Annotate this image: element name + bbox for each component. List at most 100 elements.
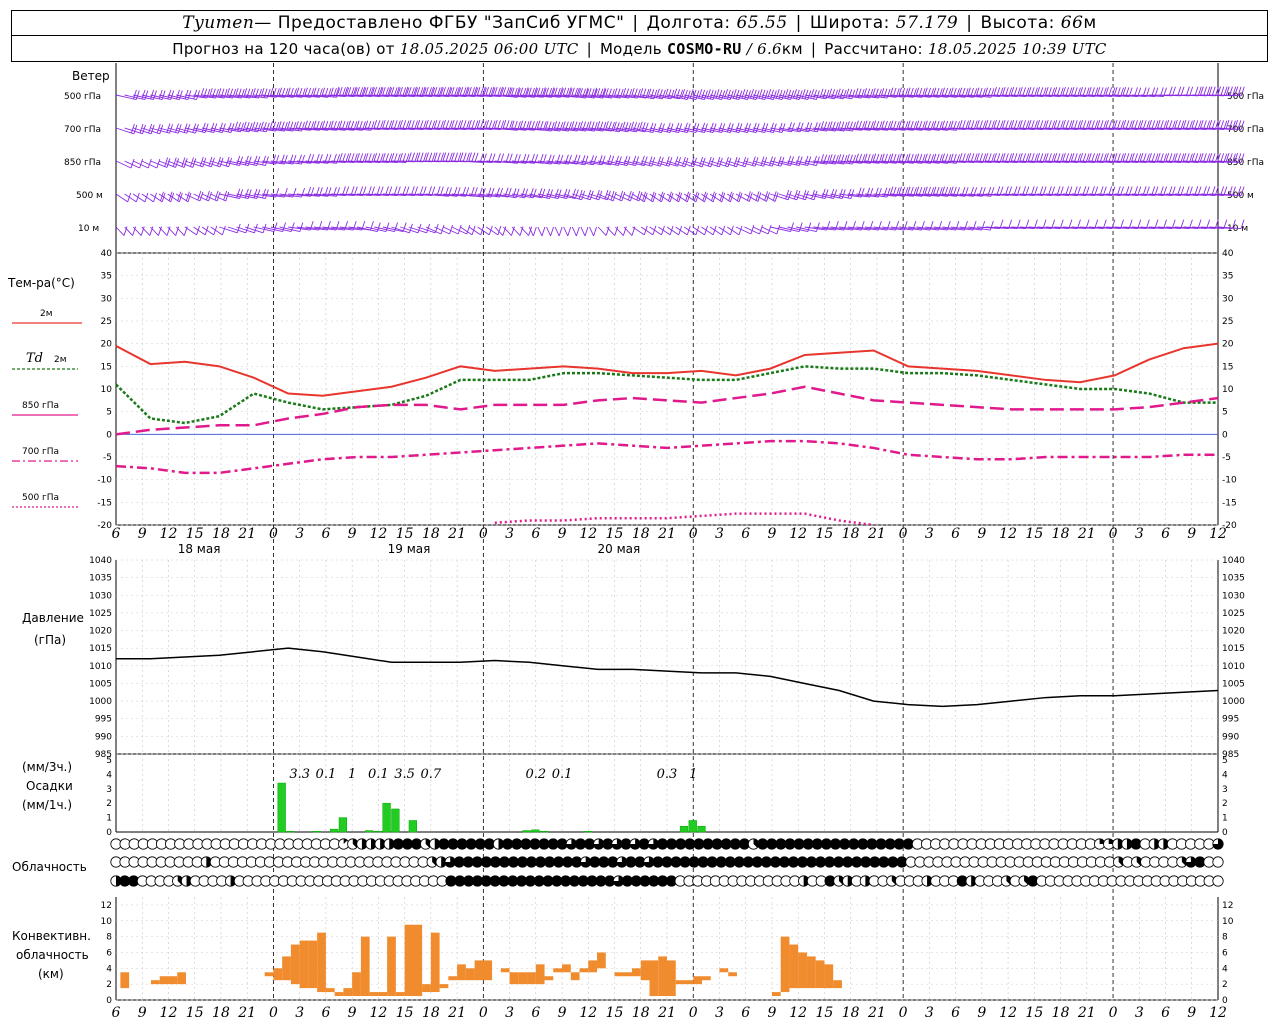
conv-bar-55 [789, 944, 799, 989]
temp-ytick-right-30: 30 [1222, 294, 1234, 304]
wind-barb-staff-2-17-3 [727, 160, 746, 168]
temp-xtick-38: 0 [1109, 526, 1118, 542]
precip-title-bot: (мм/1ч.) [22, 798, 72, 812]
temp-xtick-32: 6 [951, 526, 960, 542]
conv-bar-21 [404, 924, 423, 997]
wind-barb-feather-2-2-2-0 [219, 157, 224, 167]
conv-xtick-27: 15 [816, 1005, 834, 1021]
wind-level-700hpa-right: 700 гПа [1227, 125, 1264, 135]
temp-xtick-23: 3 [715, 526, 724, 542]
press-ytick-right-1000: 1000 [1222, 697, 1245, 707]
conv-bar-25 [448, 976, 458, 981]
temp-xtick-40: 6 [1161, 526, 1170, 542]
wind-barb-feather-0-30-0-1 [1168, 86, 1173, 96]
wind-barb-feather-2-1-2-0 [183, 158, 188, 168]
press-ytick-left-1005: 1005 [89, 679, 112, 689]
press-ytick-right-1005: 1005 [1222, 679, 1245, 689]
temp-ytick-left-30: 30 [101, 294, 113, 304]
precip-bar-8 [391, 808, 400, 833]
cloud-cell-2-125 [1212, 875, 1224, 887]
wind-barb-feather-0-30-0-0 [1172, 86, 1176, 96]
day-label-2: 20 мая [598, 542, 641, 556]
temp-xtick-19: 15 [606, 526, 624, 542]
press-ytick-left-1030: 1030 [89, 591, 112, 601]
conv-bar-37 [570, 972, 580, 981]
conv-bar-1 [150, 980, 160, 985]
temp-xtick-33: 9 [977, 526, 986, 542]
precip-bar-11 [531, 829, 540, 833]
wind-barb-staff-3-19-2 [787, 193, 806, 201]
legend-t850-label: 850 гПа [22, 401, 59, 411]
temp-ytick-left--15: -15 [97, 498, 112, 508]
wind-barb-staff-4-9-3 [451, 226, 467, 235]
press-ytick-left-1015: 1015 [89, 644, 112, 654]
conv-bar-39 [588, 960, 598, 973]
wind-barb-feather-2-1-2-1 [181, 157, 186, 167]
conv-xtick-28: 18 [842, 1005, 860, 1021]
temp-ytick-left-25: 25 [101, 317, 112, 327]
wind-barb-feather-0-30-1-1 [1177, 86, 1182, 96]
temp-xtick-18: 12 [579, 526, 597, 542]
temp-ytick-left-0: 0 [106, 430, 112, 440]
conv-bar-10 [308, 940, 318, 989]
temp-ytick-left-35: 35 [101, 272, 112, 282]
conv-ytick-left-6: 6 [106, 948, 112, 958]
conv-ytick-right-0: 0 [1222, 996, 1228, 1006]
conv-bar-6 [273, 968, 283, 981]
temp-xtick-28: 18 [842, 526, 860, 542]
conv-bar-56 [798, 952, 807, 989]
wind-barb-feather-2-3-3-1 [262, 155, 266, 166]
plot-layer: -20 -20-15 -15-10 -10-5 -50 05 510 1015 1520 2025… [12, 63, 1245, 1021]
conv-xtick-24: 6 [741, 1005, 750, 1021]
conv-xtick-42: 12 [1209, 1005, 1227, 1021]
conv-bar-28 [474, 960, 493, 981]
wind-barb-feather-4-13-0-0 [567, 226, 572, 237]
wind-barb-feather-2-1-1-1 [172, 157, 177, 167]
precip-ytick-left-0: 0 [106, 828, 112, 838]
temp-xtick-29: 21 [867, 526, 886, 542]
wind-barb-feather-2-8-2-1 [428, 152, 433, 162]
conv-bar-54 [780, 936, 790, 993]
wind-barb-feather-0-30-2-1 [1185, 86, 1190, 96]
temp-xtick-17: 9 [558, 526, 567, 542]
legend-t500-label: 500 гПа [22, 493, 59, 503]
conv-xtick-26: 12 [789, 1005, 807, 1021]
precip-bar-14 [679, 825, 689, 833]
wind-barb-feather-4-18-0-0 [750, 224, 755, 235]
conv-title-3: (км) [38, 967, 64, 981]
precip-total-label-6: 0.2 [525, 767, 546, 782]
temp-xtick-35: 15 [1025, 526, 1043, 542]
wind-barb-staff-1-0-3 [141, 127, 160, 135]
temp-xtick-15: 3 [505, 526, 514, 542]
conv-xtick-8: 6 [321, 1005, 330, 1021]
press-ytick-left-1035: 1035 [89, 574, 112, 584]
conv-bar-19 [387, 936, 396, 997]
wind-barb-feather-4-7-3-0 [402, 222, 407, 232]
wind-barb-feather-3-20-3-1 [847, 188, 852, 199]
conv-xtick-2: 12 [160, 1005, 178, 1021]
conv-bar-59 [824, 964, 834, 989]
wind-barb-feather-4-18-1-0 [759, 224, 763, 235]
wind-barb-staff-4-13-1 [571, 226, 577, 237]
wind-barb-staff-4-18-2 [752, 226, 769, 235]
wind-barb-feather-0-31-0-1 [1203, 86, 1208, 96]
pressure-title-2: (гПа) [34, 633, 66, 647]
wind-level-10m: 10 м [78, 224, 99, 234]
conv-bar-43 [640, 960, 650, 981]
wind-level-500hpa: 500 гПа [64, 92, 101, 102]
conv-title-2: облачность [16, 948, 89, 962]
wind-barb-staff-2-17-0 [701, 160, 720, 168]
wind-barb-staff-4-18-1 [744, 226, 760, 235]
meteogram-svg: Ветер 500 гПа 700 гПа 850 гПа 500 м 10 м… [7, 63, 1264, 1021]
conv-bar-22 [422, 984, 431, 993]
temp-ytick-right-0: 0 [1222, 430, 1228, 440]
conv-bar-3 [168, 976, 178, 985]
temp-ytick-right--10: -10 [1222, 476, 1237, 486]
temp-xtick-10: 12 [369, 526, 387, 542]
conv-bar-0 [120, 972, 130, 989]
conv-xtick-23: 3 [715, 1005, 724, 1021]
temp-xtick-31: 3 [925, 526, 934, 542]
wind-level-500m: 500 м [76, 191, 103, 201]
temp-xtick-39: 3 [1135, 526, 1144, 542]
wind-title: Ветер [72, 69, 110, 83]
